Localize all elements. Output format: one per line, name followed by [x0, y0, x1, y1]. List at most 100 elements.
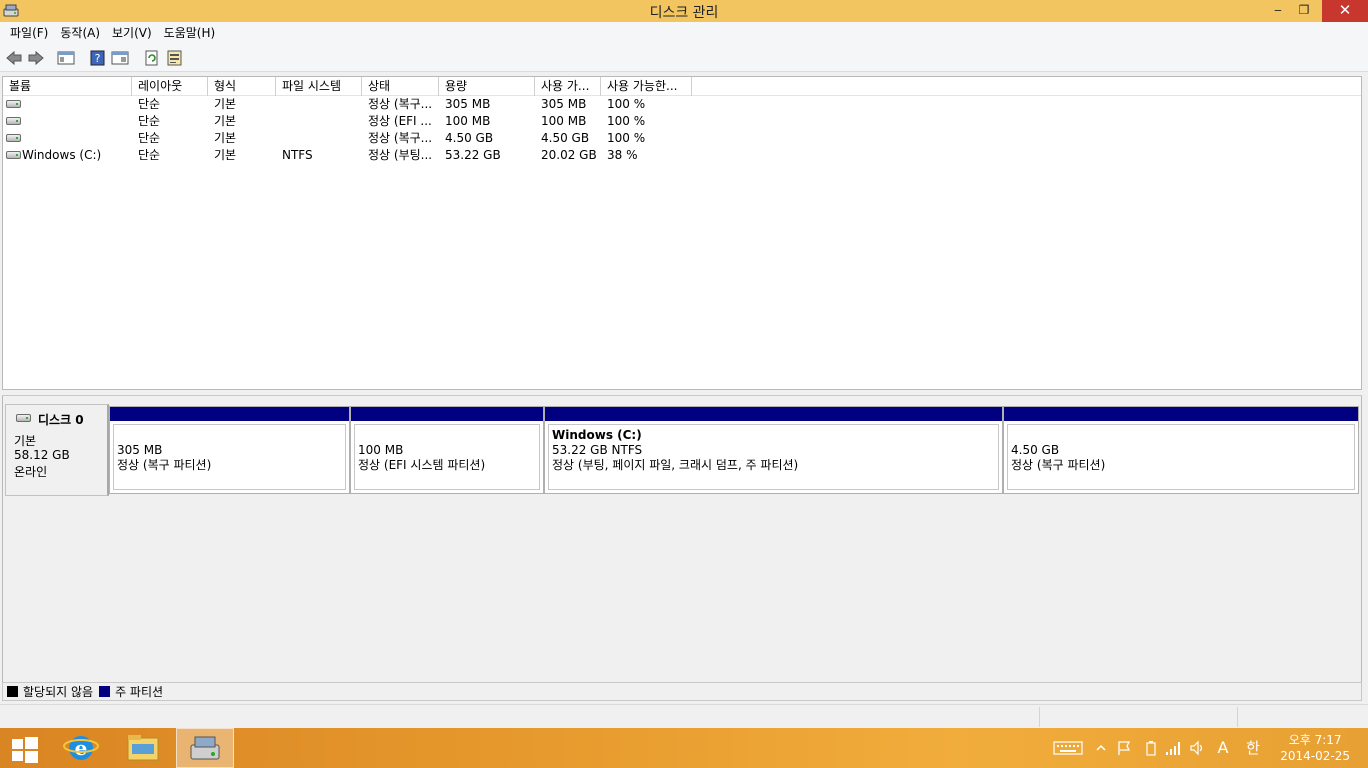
volume-free: 100 MB — [541, 114, 587, 128]
volume-speaker-icon[interactable] — [1189, 740, 1205, 756]
volume-free-pct: 100 % — [607, 97, 646, 111]
volume-free: 20.02 GB — [541, 148, 597, 162]
disk-state: 온라인 — [14, 465, 48, 479]
show-hidden-icons-icon[interactable] — [1095, 740, 1107, 756]
status-bar — [0, 704, 1368, 728]
partition-details: 305 MB 정상 (복구 파티션) — [113, 424, 346, 490]
disk-info-box[interactable]: 디스크 0 기본 58.12 GB 온라인 — [5, 404, 109, 496]
disk-size: 58.12 GB — [14, 448, 70, 462]
volume-layout: 단순 — [138, 114, 161, 128]
forward-arrow-icon[interactable] — [27, 50, 45, 66]
menu-view[interactable]: 보기(V) — [106, 23, 158, 43]
partition-block[interactable]: 100 MB 정상 (EFI 시스템 파티션) — [350, 406, 544, 494]
menu-file[interactable]: 파일(F) — [4, 23, 54, 43]
status-divider — [1237, 707, 1238, 727]
partition-size: 53.22 GB NTFS — [552, 443, 643, 457]
partition-details: Windows (C:) 53.22 GB NTFS 정상 (부팅, 페이지 파… — [548, 424, 999, 490]
volume-free: 4.50 GB — [541, 131, 590, 145]
volume-layout: 단순 — [138, 97, 161, 111]
ime-mode-indicator[interactable]: A — [1214, 740, 1232, 756]
partition-size: 100 MB — [358, 443, 404, 457]
disk-type: 기본 — [14, 434, 37, 448]
volume-row[interactable]: Windows (C:) 단순 기본 NTFS 정상 (부팅... 53.22 … — [3, 147, 1003, 164]
volume-list: 볼륨 레이아웃 형식 파일 시스템 상태 용량 사용 가... 사용 가능한..… — [2, 76, 1362, 390]
column-header-percent-free[interactable]: 사용 가능한... — [601, 77, 692, 96]
partition-name — [117, 428, 342, 443]
disk-graphical-view: 디스크 0 기본 58.12 GB 온라인 305 MB 정상 (복구 파티션)… — [2, 396, 1362, 682]
menu-bar: 파일(F) 동작(A) 보기(V) 도움말(H) — [0, 22, 1368, 44]
drive-icon — [6, 151, 21, 159]
column-header-capacity[interactable]: 용량 — [439, 77, 535, 96]
ime-language-indicator[interactable]: 한 — [1243, 740, 1263, 756]
partition-status: 정상 (복구 파티션) — [117, 458, 212, 472]
column-header-free-space[interactable]: 사용 가... — [535, 77, 601, 96]
menu-action[interactable]: 동작(A) — [54, 23, 106, 43]
primary-partition-bar — [1004, 407, 1358, 421]
network-signal-icon[interactable] — [1164, 740, 1182, 756]
system-clock[interactable]: 오후 7:17 2014-02-25 — [1280, 732, 1350, 764]
partition-name: Windows (C:) — [552, 428, 642, 442]
internet-explorer-icon: e — [63, 736, 99, 760]
column-header-volume[interactable]: 볼륨 — [3, 77, 132, 96]
partition-size: 305 MB — [117, 443, 163, 457]
svg-text:?: ? — [95, 52, 101, 65]
column-header-layout[interactable]: 레이아웃 — [132, 77, 208, 96]
partition-block[interactable]: 305 MB 정상 (복구 파티션) — [109, 406, 350, 494]
volume-type: 기본 — [214, 97, 237, 111]
disk-name: 디스크 0 — [38, 413, 84, 427]
volume-free-pct: 100 % — [607, 114, 646, 128]
keyboard-icon[interactable] — [1053, 740, 1083, 756]
volume-row[interactable]: 단순 기본 정상 (EFI ... 100 MB 100 MB 100 % — [3, 113, 1003, 130]
properties-icon[interactable] — [166, 50, 184, 66]
volume-row[interactable]: 단순 기본 정상 (복구... 305 MB 305 MB 100 % — [3, 96, 1003, 113]
column-header-file-system[interactable]: 파일 시스템 — [276, 77, 362, 96]
taskbar-disk-management[interactable] — [176, 728, 234, 768]
window-title: 디스크 관리 — [649, 5, 719, 21]
maximize-button[interactable]: ❐ — [1290, 0, 1318, 22]
drive-icon — [6, 134, 21, 142]
partition-block[interactable]: Windows (C:) 53.22 GB NTFS 정상 (부팅, 페이지 파… — [544, 406, 1003, 494]
volume-row[interactable]: 단순 기본 정상 (복구... 4.50 GB 4.50 GB 100 % — [3, 130, 1003, 147]
partition-name — [1011, 428, 1351, 443]
disk-management-icon — [190, 736, 220, 760]
menu-help[interactable]: 도움말(H) — [158, 23, 222, 43]
volume-status: 정상 (복구... — [368, 131, 433, 145]
primary-partition-bar — [545, 407, 1002, 421]
taskbar-internet-explorer[interactable]: e — [56, 728, 112, 768]
help-icon[interactable]: ? — [89, 50, 107, 66]
battery-icon[interactable] — [1145, 740, 1157, 756]
back-arrow-icon[interactable] — [5, 50, 23, 66]
volume-type: 기본 — [214, 114, 237, 128]
clock-time: 오후 7:17 — [1288, 733, 1342, 747]
partition-name — [358, 428, 536, 443]
partition-details: 4.50 GB 정상 (복구 파티션) — [1007, 424, 1355, 490]
file-explorer-icon — [127, 735, 159, 761]
partition-block[interactable]: 4.50 GB 정상 (복구 파티션) — [1003, 406, 1359, 494]
legend-item-primary: 주 파티션 — [99, 683, 163, 700]
taskbar-file-explorer[interactable] — [115, 728, 171, 768]
primary-partition-bar — [110, 407, 349, 421]
column-header-type[interactable]: 형식 — [208, 77, 276, 96]
volume-capacity: 100 MB — [445, 114, 491, 128]
close-button[interactable]: ✕ — [1322, 0, 1368, 22]
partition-details: 100 MB 정상 (EFI 시스템 파티션) — [354, 424, 540, 490]
partition-status: 정상 (복구 파티션) — [1011, 458, 1106, 472]
column-header-status[interactable]: 상태 — [362, 77, 439, 96]
console-tree-icon[interactable] — [57, 50, 75, 66]
clock-date: 2014-02-25 — [1280, 749, 1350, 763]
partition-size: 4.50 GB — [1011, 443, 1060, 457]
refresh-icon[interactable] — [143, 50, 161, 66]
volume-free-pct: 38 % — [607, 148, 638, 162]
minimize-button[interactable]: ‒ — [1264, 0, 1292, 22]
volume-capacity: 4.50 GB — [445, 131, 494, 145]
volume-free: 305 MB — [541, 97, 587, 111]
action-pane-icon[interactable] — [111, 50, 129, 66]
volume-status: 정상 (부팅... — [368, 148, 433, 162]
volume-capacity: 53.22 GB — [445, 148, 501, 162]
status-divider — [1039, 707, 1040, 727]
legend-label: 주 파티션 — [115, 685, 164, 699]
start-button[interactable] — [0, 728, 56, 768]
action-center-flag-icon[interactable] — [1116, 740, 1132, 756]
volume-capacity: 305 MB — [445, 97, 491, 111]
volume-layout: 단순 — [138, 148, 161, 162]
